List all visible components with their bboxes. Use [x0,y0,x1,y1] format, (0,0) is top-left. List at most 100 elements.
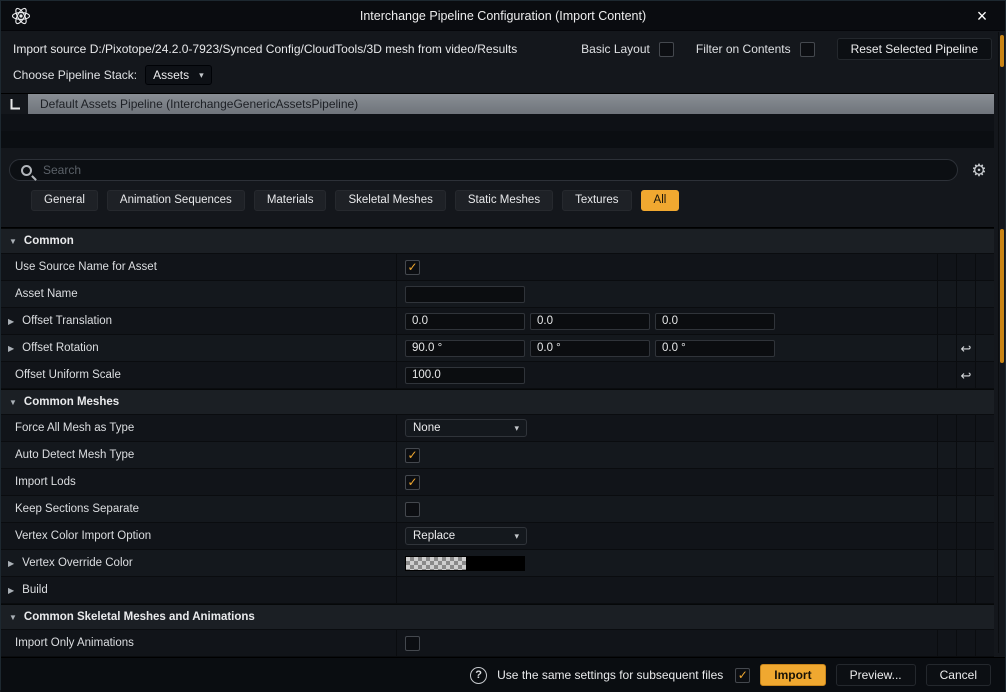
property-label: Vertex Color Import Option [15,530,151,542]
import-button[interactable]: Import [760,664,825,686]
pipeline-empty-row [1,114,994,131]
use-source-name-checkbox[interactable]: ✓ [405,260,420,275]
grid-cell: ↩ [956,335,975,361]
grid-cell [975,254,994,280]
expand-arrow-icon[interactable]: ▶ [8,586,14,595]
choose-pipeline-stack-label: Choose Pipeline Stack: [13,68,137,82]
close-icon[interactable]: × [969,7,995,25]
interchange-pipeline-dialog: Interchange Pipeline Configuration (Impo… [0,0,1006,690]
property-row-offset-translation: ▶ Offset Translation [1,308,994,335]
offset-uniform-scale-input[interactable] [405,367,525,384]
pipeline-stack-dropdown[interactable]: Assets ▾ [145,65,212,85]
expand-arrow-icon[interactable]: ▶ [8,559,14,568]
grid-cell [956,496,975,522]
pipeline-empty-row [1,131,994,148]
reset-to-default-icon[interactable]: ↩ [961,369,972,382]
grid-cell [956,442,975,468]
filter-on-contents-checkbox[interactable]: ✓ [800,42,815,57]
grid-cell [956,415,975,441]
keep-sections-separate-checkbox[interactable]: ✓ [405,502,420,517]
tab-skeletal-meshes[interactable]: Skeletal Meshes [335,190,445,211]
scrollbar-thumb[interactable] [1000,229,1004,363]
basic-layout-checkbox[interactable]: ✓ [659,42,674,57]
grid-cell [975,577,994,603]
import-only-animations-checkbox[interactable]: ✓ [405,636,420,651]
grid-cell [975,630,994,656]
gear-icon[interactable]: ⚙ [966,162,992,179]
tab-animation-sequences[interactable]: Animation Sequences [107,190,245,211]
search-box[interactable] [9,159,958,181]
title-bar: Interchange Pipeline Configuration (Impo… [1,1,1005,31]
tab-general[interactable]: General [31,190,98,211]
offset-rotation-x-input[interactable] [405,340,525,357]
offset-translation-z-input[interactable] [655,313,775,330]
vertex-override-color-swatch[interactable] [405,556,525,571]
section-title: Common Skeletal Meshes and Animations [24,611,255,623]
pipeline-item-label: Default Assets Pipeline (InterchangeGene… [28,97,358,111]
property-row-offset-uniform-scale: Offset Uniform Scale ↩ [1,362,994,389]
reset-selected-pipeline-button[interactable]: Reset Selected Pipeline [837,38,992,60]
grid-cell [937,577,956,603]
offset-translation-x-input[interactable] [405,313,525,330]
check-icon: ✓ [407,449,417,461]
expand-arrow-icon[interactable]: ▶ [8,344,14,353]
property-row-vertex-override-color: ▶ Vertex Override Color [1,550,994,577]
grid-cell [937,469,956,495]
grid-cell [937,496,956,522]
subsequent-files-label: Use the same settings for subsequent fil… [497,668,723,682]
scrollbar-thumb[interactable] [1000,35,1004,67]
offset-translation-y-input[interactable] [530,313,650,330]
grid-cell [956,523,975,549]
property-label: Auto Detect Mesh Type [15,449,134,461]
property-label: Build [22,584,48,596]
offset-rotation-z-input[interactable] [655,340,775,357]
grid-cell [956,630,975,656]
pipeline-stack-value: Assets [153,68,189,82]
property-label: Asset Name [15,288,78,300]
vertex-color-import-option-dropdown[interactable]: Replace ▾ [405,527,527,545]
tab-materials[interactable]: Materials [254,190,327,211]
expand-arrow-icon[interactable]: ▶ [8,317,14,326]
import-lods-checkbox[interactable]: ✓ [405,475,420,490]
help-icon[interactable]: ? [470,667,487,684]
grid-cell [956,254,975,280]
collapse-arrow-icon: ▼ [9,237,17,246]
grid-cell [975,550,994,576]
filter-on-contents-group: Filter on Contents ✓ [696,42,815,57]
property-label: Offset Translation [22,315,112,327]
import-source-path: Import source D:/Pixotope/24.2.0-7923/Sy… [13,42,517,56]
color-solid [466,557,524,570]
section-common-skeletal-meshes-and-animations[interactable]: ▼ Common Skeletal Meshes and Animations [1,604,994,630]
basic-layout-label: Basic Layout [581,42,650,56]
reset-to-default-icon[interactable]: ↩ [961,342,972,355]
asset-name-input[interactable] [405,286,525,303]
grid-cell [975,335,994,361]
section-common-meshes[interactable]: ▼ Common Meshes [1,389,994,415]
property-row-asset-name: Asset Name [1,281,994,308]
subsequent-files-checkbox[interactable]: ✓ [735,668,750,683]
vertical-scrollbar[interactable] [998,32,1005,653]
force-mesh-type-dropdown[interactable]: None ▾ [405,419,527,437]
cancel-button[interactable]: Cancel [926,664,991,686]
dropdown-value: None [413,422,441,434]
grid-cell [975,523,994,549]
property-label: Offset Uniform Scale [15,369,121,381]
preview-button[interactable]: Preview... [836,664,916,686]
tab-textures[interactable]: Textures [562,190,631,211]
property-label: Vertex Override Color [22,557,133,569]
basic-layout-group: Basic Layout ✓ [581,42,674,57]
offset-rotation-y-input[interactable] [530,340,650,357]
grid-cell [956,550,975,576]
property-grid: ▼ Common Use Source Name for Asset ✓ Ass… [1,227,994,657]
search-input[interactable] [41,162,946,178]
auto-detect-mesh-type-checkbox[interactable]: ✓ [405,448,420,463]
pipeline-list-item-selected[interactable]: Default Assets Pipeline (InterchangeGene… [1,94,994,114]
grid-cell [937,254,956,280]
tab-static-meshes[interactable]: Static Meshes [455,190,553,211]
section-common[interactable]: ▼ Common [1,228,994,254]
grid-cell [937,415,956,441]
footer-bar: ? Use the same settings for subsequent f… [1,657,1005,692]
app-logo-atom-icon [11,6,31,26]
tab-all[interactable]: All [641,190,680,211]
grid-cell [975,308,994,334]
